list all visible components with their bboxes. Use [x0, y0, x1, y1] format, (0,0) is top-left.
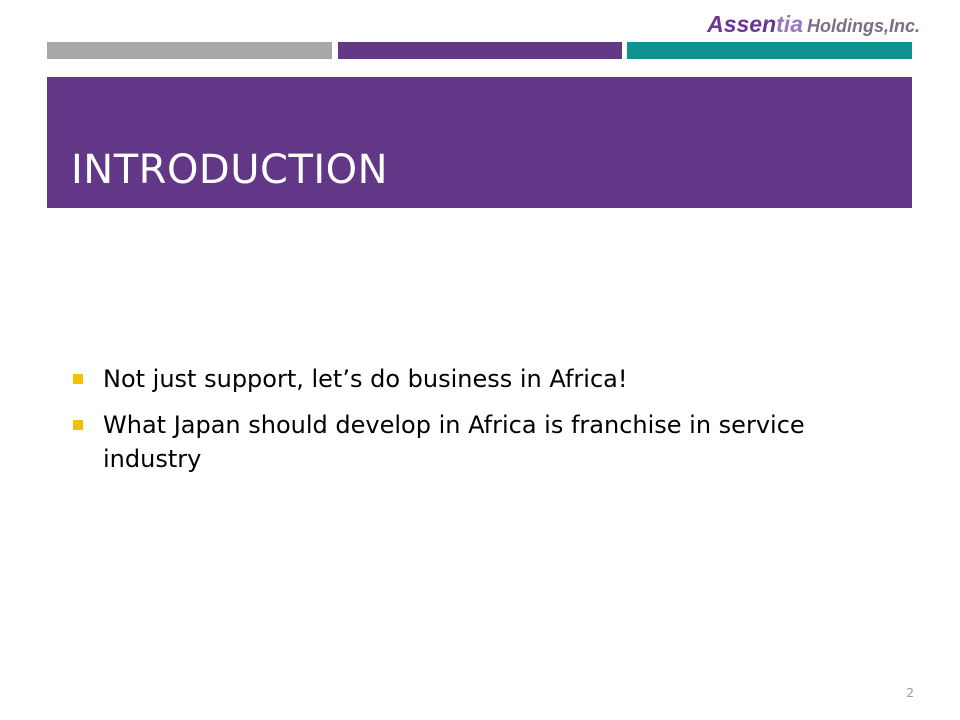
bullet-item: Not just support, let’s do business in A… — [70, 362, 890, 396]
bullet-text: What Japan should develop in Africa is f… — [103, 411, 805, 473]
logo-text-assen: Assen — [707, 11, 777, 37]
header-stripe-gray — [47, 42, 332, 59]
page-number: 2 — [906, 686, 914, 700]
logo-text-tia: tia — [776, 11, 803, 37]
company-logo: Assentia Holdings,Inc. — [707, 10, 920, 42]
square-bullet-icon — [73, 420, 83, 430]
title-band: INTRODUCTION — [47, 77, 912, 208]
square-bullet-icon — [73, 374, 83, 384]
header-stripe-purple — [338, 42, 622, 59]
header-stripe-teal — [627, 42, 912, 59]
bullet-list: Not just support, let’s do business in A… — [70, 362, 890, 488]
logo-text-holdings: Holdings,Inc. — [806, 16, 920, 36]
bullet-text: Not just support, let’s do business in A… — [103, 365, 628, 393]
slide-title: INTRODUCTION — [71, 147, 389, 193]
bullet-item: What Japan should develop in Africa is f… — [70, 408, 890, 476]
